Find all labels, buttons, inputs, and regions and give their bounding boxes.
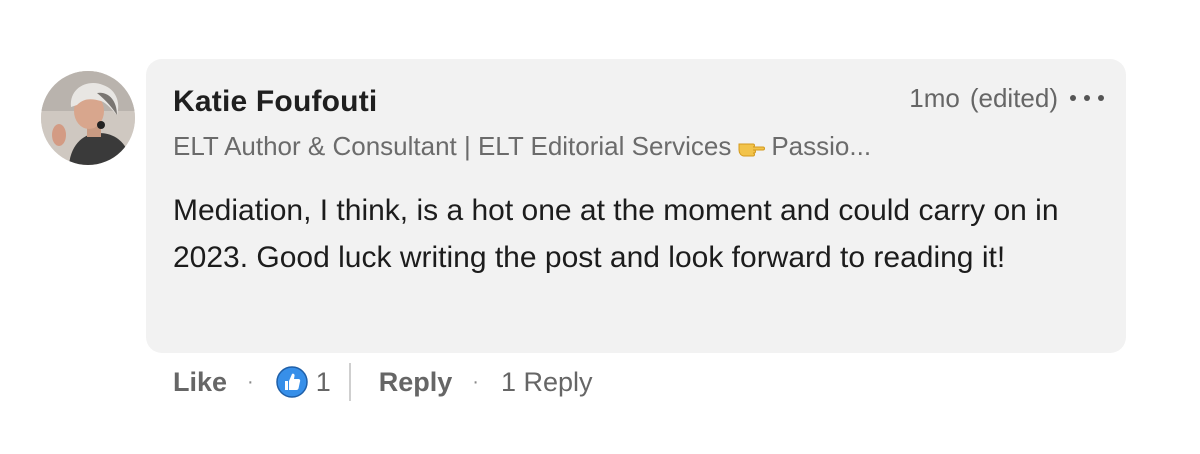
pointing-hand-icon — [737, 134, 766, 165]
author-headline: ELT Author & Consultant | ELT Editorial … — [173, 131, 871, 165]
comment-meta: 1mo (edited) — [909, 83, 1058, 114]
replies-count-link[interactable]: 1 Reply — [501, 367, 593, 398]
more-dots-icon — [1070, 95, 1076, 101]
avatar[interactable] — [41, 71, 135, 165]
comment-time: 1mo — [909, 83, 960, 113]
like-button[interactable]: Like — [173, 367, 227, 398]
like-reaction-icon[interactable] — [275, 366, 308, 398]
headline-tail: Passio... — [771, 131, 872, 161]
comment-bubble: Katie Foufouti 1mo (edited) ELT Author &… — [146, 59, 1126, 353]
more-options-button[interactable] — [1070, 85, 1104, 111]
separator-dot: · — [472, 370, 479, 393]
comment-actions: Like · 1 Reply · 1 Reply — [173, 362, 592, 402]
reaction-count[interactable]: 1 — [316, 367, 331, 398]
comment: Katie Foufouti 1mo (edited) ELT Author &… — [0, 0, 1200, 454]
comment-body: Mediation, I think, is a hot one at the … — [173, 194, 1059, 274]
avatar-photo — [41, 71, 135, 165]
headline-text: ELT Author & Consultant | ELT Editorial … — [173, 131, 732, 161]
action-divider — [348, 363, 351, 401]
separator-dot: · — [247, 370, 254, 393]
author-name[interactable]: Katie Foufouti — [173, 85, 377, 119]
edited-label: (edited) — [969, 83, 1058, 113]
reply-button[interactable]: Reply — [379, 367, 453, 398]
